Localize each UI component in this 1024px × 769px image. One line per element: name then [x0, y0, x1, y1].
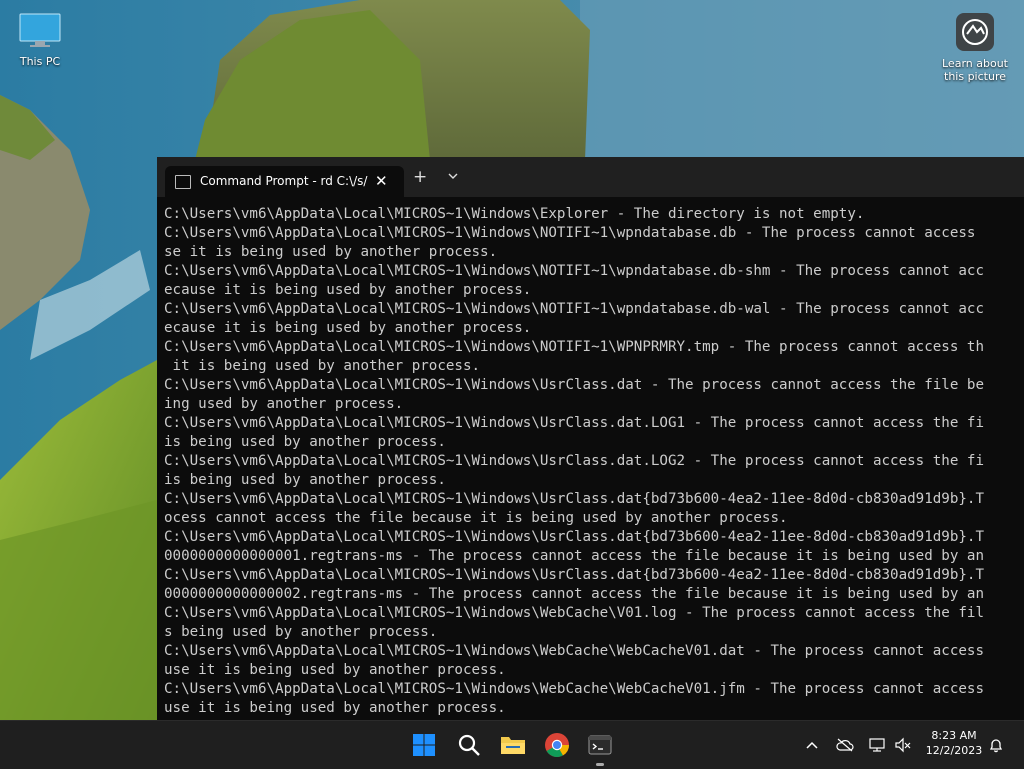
- desktop-icon-learn-about-picture[interactable]: Learn about this picture: [935, 12, 1015, 83]
- desktop-icon-label: Learn about this picture: [942, 57, 1008, 83]
- clock-time: 8:23 AM: [931, 729, 977, 742]
- file-explorer-button[interactable]: [494, 721, 532, 769]
- clock-date: 12/2/2023: [925, 744, 983, 757]
- terminal-line: C:\Users\vm6\AppData\Local\MICROS~1\Wind…: [164, 453, 984, 469]
- terminal-line: s being used by another process.: [164, 624, 438, 640]
- search-icon: [458, 734, 480, 756]
- taskbar: 8:23 AM 12/2/2023: [0, 720, 1024, 769]
- terminal-line: use it is being used by another process.: [164, 662, 506, 678]
- chrome-icon: [545, 733, 569, 758]
- terminal-line: C:\Users\vm6\AppData\Local\MICROS~1\Wind…: [164, 263, 984, 279]
- volume-muted-icon: [895, 737, 911, 753]
- terminal-tab-bar: Command Prompt - rd C:\/s/ ✕ +: [157, 157, 1024, 197]
- terminal-line: C:\Users\vm6\AppData\Local\MICROS~1\Wind…: [164, 643, 984, 659]
- terminal-line: C:\Users\vm6\AppData\Local\MICROS~1\Wind…: [164, 206, 865, 222]
- terminal-line: is being used by another process.: [164, 434, 446, 450]
- desktop-icon-this-pc[interactable]: This PC: [0, 12, 80, 68]
- terminal-line: ocess cannot access the file because it …: [164, 510, 788, 526]
- desktop-icon-label: This PC: [19, 55, 61, 68]
- new-tab-button[interactable]: +: [413, 169, 427, 186]
- cmd-icon: [175, 175, 191, 189]
- terminal-line: se it is being used by another process.: [164, 244, 498, 260]
- network-status[interactable]: [865, 721, 889, 769]
- active-indicator: [596, 763, 604, 766]
- terminal-line: C:\Users\vm6\AppData\Local\MICROS~1\Wind…: [164, 377, 984, 393]
- terminal-line: ecause it is being used by another proce…: [164, 282, 532, 298]
- network-icon: [869, 738, 885, 752]
- start-button[interactable]: [405, 721, 443, 769]
- terminal-line: ecause it is being used by another proce…: [164, 320, 532, 336]
- terminal-line: C:\Users\vm6\AppData\Local\MICROS~1\Wind…: [164, 415, 984, 431]
- terminal-output[interactable]: C:\Users\vm6\AppData\Local\MICROS~1\Wind…: [164, 205, 1024, 718]
- terminal-line: C:\Users\vm6\AppData\Local\MICROS~1\Wind…: [164, 529, 984, 545]
- bell-icon: [989, 739, 1003, 753]
- chrome-button[interactable]: [538, 721, 576, 769]
- terminal-line: C:\Users\vm6\AppData\Local\MICROS~1\Wind…: [164, 681, 984, 697]
- volume-status[interactable]: [891, 721, 915, 769]
- terminal-line: 0000000000000002.regtrans-ms - The proce…: [164, 586, 984, 602]
- search-button[interactable]: [450, 721, 488, 769]
- terminal-button[interactable]: [581, 721, 619, 769]
- folder-icon: [501, 737, 525, 754]
- terminal-icon: [588, 735, 612, 755]
- terminal-line: is being used by another process.: [164, 472, 446, 488]
- terminal-line: C:\Users\vm6\AppData\Local\MICROS~1\Wind…: [164, 225, 976, 241]
- terminal-line: C:\Users\vm6\AppData\Local\MICROS~1\Wind…: [164, 301, 984, 317]
- chevron-up-icon: [806, 741, 818, 749]
- terminal-line: use it is being used by another process.: [164, 700, 506, 716]
- monitor-icon: [19, 13, 61, 47]
- tab-command-prompt[interactable]: Command Prompt - rd C:\/s/ ✕: [165, 166, 404, 197]
- clock[interactable]: 8:23 AM 12/2/2023: [918, 728, 990, 758]
- terminal-line: C:\Users\vm6\AppData\Local\MICROS~1\Wind…: [164, 605, 984, 621]
- terminal-line: C:\Users\vm6\AppData\Local\MICROS~1\Wind…: [164, 491, 984, 507]
- windows-logo-icon: [413, 734, 435, 756]
- chevron-down-icon[interactable]: [447, 170, 459, 182]
- onedrive-status[interactable]: [833, 721, 857, 769]
- terminal-window[interactable]: Command Prompt - rd C:\/s/ ✕ + C:\Users\…: [157, 157, 1024, 720]
- terminal-line: C:\Users\vm6\AppData\Local\MICROS~1\Wind…: [164, 339, 984, 355]
- terminal-line: ing used by another process.: [164, 396, 404, 412]
- tab-title: Command Prompt - rd C:\/s/: [200, 174, 368, 188]
- close-tab-icon[interactable]: ✕: [375, 172, 388, 190]
- terminal-line: 0000000000000001.regtrans-ms - The proce…: [164, 548, 984, 564]
- terminal-line: it is being used by another process.: [164, 358, 481, 374]
- terminal-line: C:\Users\vm6\AppData\Local\MICROS~1\Wind…: [164, 567, 984, 583]
- info-camera-icon: [956, 13, 994, 51]
- onedrive-icon: [836, 738, 854, 752]
- show-hidden-icons-button[interactable]: [802, 721, 822, 769]
- notifications-button[interactable]: [986, 721, 1006, 769]
